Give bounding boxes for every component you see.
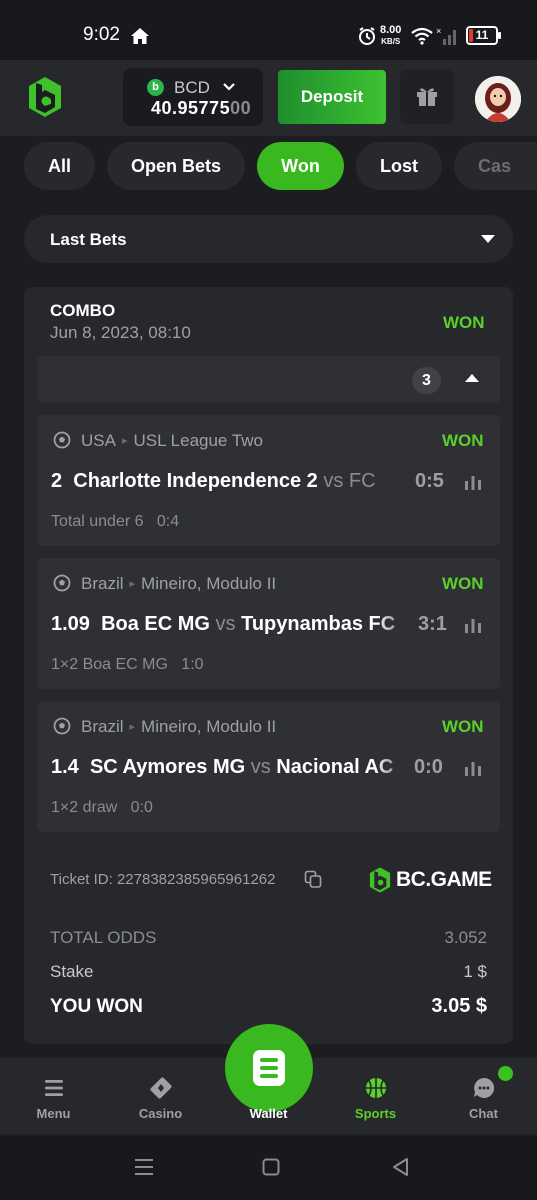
bc-game-brand: BC.GAME [368,864,492,896]
text-fade [374,755,414,785]
soccer-ball-icon [53,574,71,592]
leg-league: Brazil ▸ Mineiro, Modulo II [81,574,277,593]
tab-all[interactable]: All [24,142,95,190]
leg-score: 3:1 [414,613,447,636]
stats-bars-icon[interactable] [464,474,482,490]
wifi-icon [411,27,433,45]
leg-selection: 1×2 Boa EC MG 1:0 [51,656,204,673]
soccer-ball-icon [53,717,71,735]
chat-icon [473,1077,494,1098]
nav-menu[interactable]: Menu [0,1058,107,1134]
tab-won[interactable]: Won [257,142,344,190]
nav-casino[interactable]: Casino [107,1058,214,1134]
stats-bars-icon[interactable] [464,617,482,633]
home-icon [131,28,149,44]
leg-league: USA ▸ USL League Two [81,431,263,450]
leg-status: WON [442,574,484,593]
leg-status: WON [442,717,484,736]
gift-icon [417,88,437,106]
battery-icon: 11 [466,26,501,45]
stake-label: Stake [50,962,94,981]
leg-selection: 1×2 draw 0:0 [51,799,153,816]
stake-value: 1 $ [463,962,487,981]
alarm-icon [359,27,375,45]
home-button-icon[interactable] [262,1158,280,1176]
nav-label: Wallet [249,1106,288,1121]
ticket-id: Ticket ID: 2278382385965961262 [50,871,276,888]
tab-lost[interactable]: Lost [356,142,442,190]
leg-score: 0:0 [410,756,443,779]
leg-match: 2 Charlotte Independence 2 vs FC [51,470,376,492]
basketball-icon [365,1078,386,1098]
recent-apps-icon[interactable] [134,1158,154,1176]
nav-label: Casino [138,1106,183,1121]
leg-status: WON [442,431,484,450]
nav-chat[interactable]: Chat [430,1058,537,1134]
back-icon[interactable] [391,1157,409,1177]
nav-label: Menu [36,1106,71,1121]
you-won-value: 3.05 $ [431,995,487,1017]
tab-casino[interactable]: Cas [454,142,537,190]
wallet-balance: 40.9577500 [151,98,252,118]
gift-button[interactable] [400,70,454,124]
nav-wallet[interactable]: Wallet [215,1058,322,1134]
total-odds-value: 3.052 [444,928,487,947]
legs-count-badge: 3 [412,367,441,394]
leg-match: 1.4 SC Aymores MG vs Nacional AC [51,756,394,778]
stats-bars-icon[interactable] [464,760,482,776]
nav-label: Sports [354,1106,397,1121]
signal-icon: × [436,26,456,45]
bet-status: WON [443,313,485,332]
tab-open-bets[interactable]: Open Bets [107,142,245,190]
bc-logo-icon[interactable] [26,75,64,119]
status-time: 9:02 [83,24,120,45]
avatar[interactable] [475,76,521,122]
leg-selection: Total under 6 0:4 [51,513,180,530]
leg-league: Brazil ▸ Mineiro, Modulo II [81,717,277,736]
you-won-label: YOU WON [50,996,143,1017]
deposit-button[interactable]: Deposit [278,70,386,124]
menu-icon [44,1080,63,1096]
avatar-illustration [475,76,521,122]
bc-logo-icon [369,867,391,893]
currency-name: BCD [174,78,210,97]
dropdown-label: Last Bets [50,230,127,249]
leg-match: 1.09 Boa EC MG vs Tupynambas FC [51,613,396,635]
casino-cards-icon [150,1077,171,1099]
svg-text:×: × [436,26,441,36]
total-odds-label: TOTAL ODDS [50,928,157,947]
net-speed: 8.00 KB/S [380,24,402,47]
app-header [0,60,537,136]
text-fade [376,612,416,642]
bet-type: COMBO [50,301,116,320]
soccer-ball-icon [53,431,71,449]
bet-date: Jun 8, 2023, 08:10 [50,323,191,342]
copy-icon[interactable] [304,870,322,888]
leg-score: 0:5 [411,470,444,493]
nav-label: Chat [469,1106,498,1121]
chevron-down-icon[interactable] [222,80,236,94]
bcd-coin-icon: b [147,79,164,96]
notification-dot [498,1066,513,1081]
nav-sports[interactable]: Sports [322,1058,429,1134]
caret-down-icon [481,235,495,243]
caret-up-icon[interactable] [465,374,479,382]
